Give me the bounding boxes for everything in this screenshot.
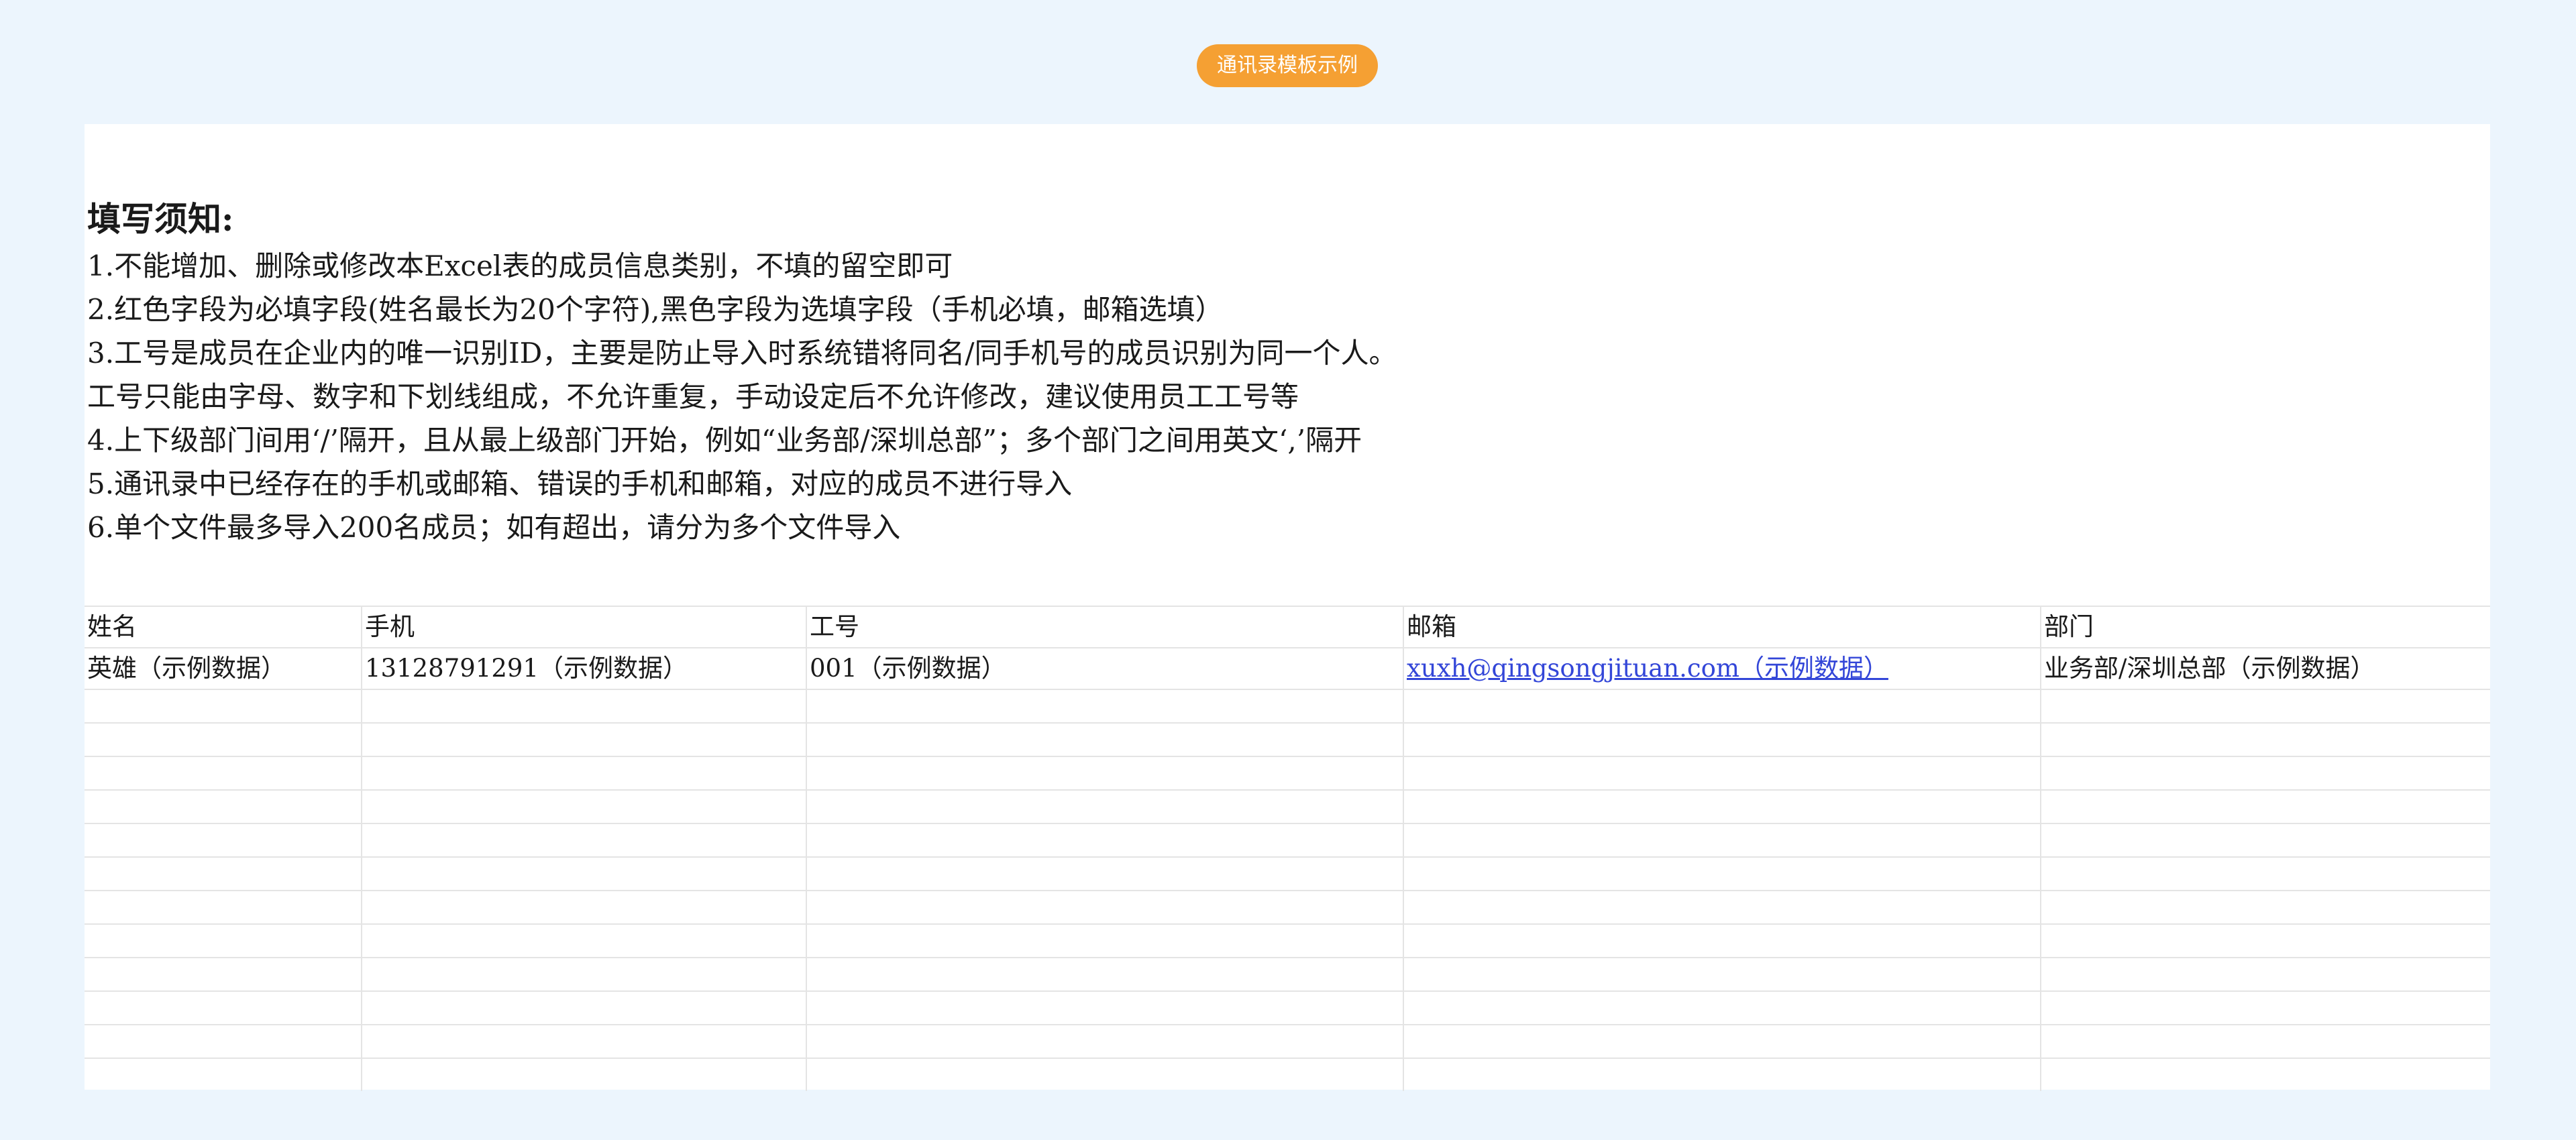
empty-cell[interactable] (85, 823, 362, 857)
empty-cell[interactable] (1403, 689, 2041, 723)
empty-cell[interactable] (2041, 722, 2490, 756)
empty-cell[interactable] (85, 890, 362, 924)
notice-title: 填写须知: (87, 199, 234, 239)
empty-cell[interactable] (362, 823, 807, 857)
empty-cell[interactable] (806, 756, 1404, 790)
table-row (85, 789, 2490, 823)
empty-cell[interactable] (806, 823, 1404, 857)
empty-cell[interactable] (85, 722, 362, 756)
notice-line-4: 4.上下级部门间用‘/’隔开，且从最上级部门开始，例如“业务部/深圳总部”；多个… (87, 424, 1362, 457)
empty-cell[interactable] (2041, 789, 2490, 823)
empty-cell[interactable] (362, 990, 807, 1025)
notice-line-5: 5.通讯录中已经存在的手机或邮箱、错误的手机和邮箱，对应的成员不进行导入 (87, 467, 1073, 500)
empty-cell[interactable] (806, 923, 1404, 958)
table-row (85, 1024, 2490, 1058)
empty-cell[interactable] (2041, 1058, 2490, 1091)
empty-cell[interactable] (1403, 1058, 2041, 1091)
cell-sample-email[interactable]: xuxh@qingsongjituan.com（示例数据） (1403, 647, 2041, 689)
table-row (85, 957, 2490, 991)
empty-cell[interactable] (362, 890, 807, 924)
empty-cell[interactable] (806, 722, 1404, 756)
empty-cell[interactable] (85, 990, 362, 1025)
empty-cell[interactable] (806, 957, 1404, 991)
empty-cell[interactable] (2041, 990, 2490, 1025)
table-row (85, 722, 2490, 756)
empty-cell[interactable] (806, 689, 1404, 723)
empty-cell[interactable] (2041, 957, 2490, 991)
empty-cell[interactable] (85, 923, 362, 958)
empty-cell[interactable] (2041, 1024, 2490, 1058)
cell-sample-phone[interactable]: 13128791291（示例数据） (362, 647, 807, 689)
column-header-employee-id[interactable]: 工号 (806, 606, 1404, 648)
empty-cell[interactable] (1403, 756, 2041, 790)
empty-cell[interactable] (1403, 1024, 2041, 1058)
column-header-email[interactable]: 邮箱 (1403, 606, 2041, 648)
empty-cell[interactable] (806, 789, 1404, 823)
empty-cell[interactable] (362, 1024, 807, 1058)
empty-cell[interactable] (362, 856, 807, 891)
empty-cell[interactable] (362, 1058, 807, 1091)
empty-cell[interactable] (1403, 789, 2041, 823)
table-row (85, 756, 2490, 790)
table-row (85, 990, 2490, 1025)
column-header-name[interactable]: 姓名 (85, 606, 362, 648)
table-header-row: 姓名 手机 工号 邮箱 部门 (85, 606, 2490, 648)
empty-cell[interactable] (362, 923, 807, 958)
empty-cell[interactable] (806, 890, 1404, 924)
empty-cell[interactable] (362, 957, 807, 991)
notice-line-3-continued: 工号只能由字母、数字和下划线组成，不允许重复，手动设定后不允许修改，建议使用员工… (87, 380, 1299, 413)
empty-cell[interactable] (362, 756, 807, 790)
empty-cell[interactable] (362, 789, 807, 823)
notice-line-2: 2.红色字段为必填字段(姓名最长为20个字符),黑色字段为选填字段（手机必填，邮… (87, 293, 1224, 326)
empty-cell[interactable] (1403, 990, 2041, 1025)
empty-cell[interactable] (806, 990, 1404, 1025)
empty-cell[interactable] (2041, 823, 2490, 857)
notice-line-1: 1.不能增加、删除或修改本Excel表的成员信息类别，不填的留空即可 (87, 249, 953, 282)
empty-cell[interactable] (362, 689, 807, 723)
template-example-badge[interactable]: 通讯录模板示例 (1197, 44, 1378, 87)
empty-cell[interactable] (85, 957, 362, 991)
empty-cell[interactable] (806, 856, 1404, 891)
empty-cell[interactable] (2041, 923, 2490, 958)
notice-line-6: 6.单个文件最多导入200名成员；如有超出，请分为多个文件导入 (87, 511, 901, 544)
empty-cell[interactable] (2041, 756, 2490, 790)
empty-cell[interactable] (85, 689, 362, 723)
table-row (85, 1058, 2490, 1091)
empty-cell[interactable] (85, 789, 362, 823)
empty-cell[interactable] (85, 1024, 362, 1058)
column-header-department[interactable]: 部门 (2041, 606, 2490, 648)
empty-cell[interactable] (806, 1024, 1404, 1058)
spreadsheet-sheet: 填写须知: 1.不能增加、删除或修改本Excel表的成员信息类别，不填的留空即可… (85, 124, 2490, 1091)
empty-cell[interactable] (1403, 856, 2041, 891)
table-row (85, 689, 2490, 723)
table-row (85, 923, 2490, 958)
column-header-phone[interactable]: 手机 (362, 606, 807, 648)
table-row (85, 823, 2490, 857)
empty-cell[interactable] (806, 1058, 1404, 1091)
empty-cell[interactable] (1403, 823, 2041, 857)
empty-cell[interactable] (1403, 957, 2041, 991)
empty-cell[interactable] (1403, 722, 2041, 756)
cell-sample-department[interactable]: 业务部/深圳总部（示例数据） (2041, 647, 2490, 689)
table-row-sample: 英雄（示例数据） 13128791291（示例数据） 001（示例数据） xux… (85, 647, 2490, 689)
sample-email-link[interactable]: xuxh@qingsongjituan.com（示例数据） (1407, 654, 1888, 683)
cell-sample-employee-id[interactable]: 001（示例数据） (806, 647, 1404, 689)
empty-cell[interactable] (2041, 856, 2490, 891)
member-template-table: 姓名 手机 工号 邮箱 部门 英雄（示例数据） 13128791291（示例数据… (85, 606, 2490, 1091)
empty-cell[interactable] (85, 856, 362, 891)
table-row (85, 856, 2490, 891)
empty-cell[interactable] (362, 722, 807, 756)
empty-cell[interactable] (2041, 689, 2490, 723)
empty-cell[interactable] (1403, 890, 2041, 924)
empty-cell[interactable] (2041, 890, 2490, 924)
empty-cell[interactable] (1403, 923, 2041, 958)
notice-line-3: 3.工号是成员在企业内的唯一识别ID，主要是防止导入时系统错将同名/同手机号的成… (87, 337, 1397, 369)
empty-cell[interactable] (85, 756, 362, 790)
table-row (85, 890, 2490, 924)
cell-sample-name[interactable]: 英雄（示例数据） (85, 647, 362, 689)
empty-cell[interactable] (85, 1058, 362, 1091)
